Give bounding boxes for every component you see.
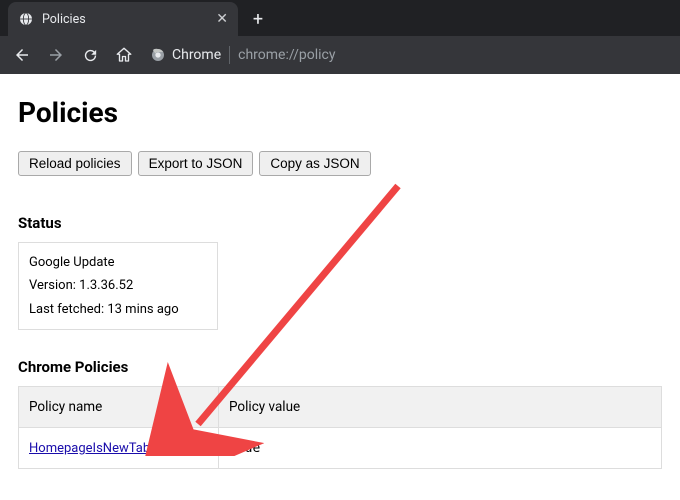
col-policy-value: Policy value [219, 387, 662, 428]
page-title: Policies [18, 96, 662, 129]
col-policy-name: Policy name [19, 387, 219, 428]
policy-value: true [229, 441, 260, 456]
status-version: Version: 1.3.36.52 [29, 274, 207, 297]
policy-table: Policy name Policy value HomepageIsNewTa… [18, 386, 662, 469]
omnibox-url: chrome://policy [238, 47, 335, 63]
forward-button [42, 41, 70, 69]
status-heading: Status [18, 214, 662, 232]
chrome-icon [150, 47, 166, 63]
copy-json-button[interactable]: Copy as JSON [259, 151, 370, 176]
tab-strip: Policies ✕ + [0, 0, 680, 36]
page-content: Policies Reload policies Export to JSON … [0, 74, 680, 491]
back-button[interactable] [8, 41, 36, 69]
chrome-policies-heading: Chrome Policies [18, 358, 662, 376]
omnibox-separator [229, 46, 230, 64]
export-json-button[interactable]: Export to JSON [138, 151, 254, 176]
action-buttons: Reload policies Export to JSON Copy as J… [18, 151, 662, 176]
reload-policies-button[interactable]: Reload policies [18, 151, 132, 176]
policy-name-link[interactable]: HomepageIsNewTabPage [29, 441, 180, 456]
new-tab-button[interactable]: + [244, 5, 272, 33]
close-icon[interactable]: ✕ [216, 11, 228, 27]
status-box: Google Update Version: 1.3.36.52 Last fe… [18, 242, 218, 330]
status-box-title: Google Update [29, 251, 207, 274]
home-button[interactable] [110, 41, 138, 69]
tab-title: Policies [42, 12, 208, 27]
reload-button[interactable] [76, 41, 104, 69]
chrome-chip: Chrome [150, 47, 221, 63]
browser-chrome: Policies ✕ + Chrome chrome://policy [0, 0, 680, 74]
table-row: HomepageIsNewTabPage true [19, 428, 662, 469]
external-link-icon [182, 443, 194, 455]
status-last-fetched: Last fetched: 13 mins ago [29, 298, 207, 321]
browser-tab[interactable]: Policies ✕ [8, 2, 238, 36]
omnibox-chip-label: Chrome [172, 47, 221, 63]
globe-icon [18, 11, 34, 27]
omnibox[interactable]: Chrome chrome://policy [150, 46, 335, 64]
toolbar: Chrome chrome://policy [0, 36, 680, 74]
